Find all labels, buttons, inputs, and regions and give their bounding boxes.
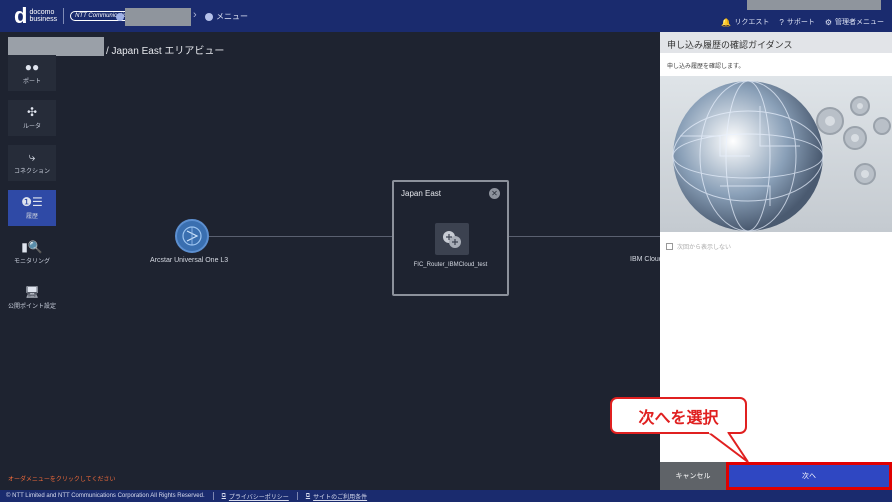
router-node[interactable] <box>435 223 469 255</box>
monitor-icon: 🖥 <box>24 285 40 299</box>
logo-mark: d <box>14 3 28 28</box>
user-info-redacted <box>747 0 881 10</box>
connection-icon: ⤷ <box>28 150 36 164</box>
tenant-title-redacted <box>8 37 104 56</box>
bell-icon: 🔔 <box>721 17 732 27</box>
arcstar-node[interactable] <box>175 219 209 253</box>
footer-divider <box>296 492 298 500</box>
nav-history-label: 履歴 <box>25 214 38 220</box>
gear-icon: ⚙ <box>824 17 832 27</box>
chevron-right-icon: › <box>193 9 197 21</box>
support-link[interactable]: ? サポート <box>779 17 814 27</box>
order-hint: オーダメニューをクリックしてください <box>8 477 116 483</box>
tenant-name-redacted[interactable] <box>125 8 191 26</box>
history-icon: ❶☰ <box>21 195 43 209</box>
menu-button[interactable]: メニュー <box>205 11 248 22</box>
terms-label: サイトのご利用条件 <box>313 494 368 501</box>
nav-public-point[interactable]: 🖥 公開ポイント設定 <box>8 280 56 316</box>
help-icon: ? <box>779 17 784 27</box>
area-label: Japan East <box>401 189 442 198</box>
admin-menu-link[interactable]: ⚙ 管理者メニュー <box>825 17 884 27</box>
request-link[interactable]: 🔔 リクエスト <box>721 17 769 27</box>
port-icon: ●● <box>24 60 40 74</box>
nav-monitoring-label: モニタリング <box>13 259 50 265</box>
nav-port[interactable]: ●● ポート <box>8 55 56 91</box>
nav-monitoring[interactable]: ▮🔍 モニタリング <box>8 235 56 271</box>
logo-line1: docomo <box>29 9 55 16</box>
guidance-title: 申し込み履歴の確認ガイダンス <box>660 32 892 53</box>
arcstar-label: Arcstar Universal One L3 <box>150 257 229 264</box>
privacy-link[interactable]: ⧉ プライバシーポリシー <box>222 492 289 501</box>
connection-line[interactable] <box>508 236 660 237</box>
nav-port-label: ポート <box>22 79 41 85</box>
admin-menu-label: 管理者メニュー <box>835 19 884 26</box>
nav-connection-label: コネクション <box>13 169 50 175</box>
connection-line[interactable] <box>207 236 393 237</box>
network-icon <box>182 226 202 246</box>
instruction-callout: 次へを選択 <box>610 397 747 434</box>
request-label: リクエスト <box>734 19 770 26</box>
order-menu: ●● ポート ✣ ルータ ⤷ コネクション ❶☰ 履歴 ▮🔍 モニタリング 🖥 … <box>8 55 56 325</box>
monitoring-icon: ▮🔍 <box>21 240 43 254</box>
ibm-cloud-label: IBM Cloud <box>630 256 660 263</box>
area-box-japan-east[interactable]: Japan East ✕ FIC_Router_IBMCloud_test <box>392 180 509 296</box>
router-label: FIC_Router_IBMCloud_test <box>413 262 488 268</box>
dont-show-again-row[interactable]: 次回から表示しない <box>666 242 731 251</box>
menu-label: メニュー <box>216 12 248 21</box>
page-title: / Japan East エリアビュー <box>106 46 225 57</box>
support-label: サポート <box>786 19 815 26</box>
dont-show-again-checkbox[interactable] <box>666 243 673 250</box>
close-icon[interactable]: ✕ <box>489 188 500 199</box>
callout-pointer <box>707 432 749 463</box>
globe-illustration <box>660 76 892 232</box>
privacy-label: プライバシーポリシー <box>228 494 289 501</box>
cancel-button[interactable]: キャンセル <box>660 462 726 490</box>
footer-divider <box>212 492 214 500</box>
external-link-icon: ⧉ <box>221 492 226 499</box>
nav-router-label: ルータ <box>22 124 41 130</box>
terms-link[interactable]: ⧉ サイトのご利用条件 <box>306 492 367 501</box>
router-icon: ✣ <box>26 105 38 119</box>
guidance-description: 申し込み履歴を確認します。 <box>667 64 745 70</box>
top-header: d docomo business NTT Communications › メ… <box>0 0 892 32</box>
dont-show-again-label: 次回から表示しない <box>677 245 732 251</box>
menu-icon <box>205 12 213 21</box>
nav-router[interactable]: ✣ ルータ <box>8 100 56 136</box>
nav-connection[interactable]: ⤷ コネクション <box>8 145 56 181</box>
router-icon <box>443 231 461 248</box>
nav-public-point-label: 公開ポイント設定 <box>8 304 57 310</box>
logo-line2: business <box>29 16 58 23</box>
nav-history[interactable]: ❶☰ 履歴 <box>8 190 56 226</box>
next-button[interactable]: 次へ <box>726 462 892 490</box>
tenant-icon <box>116 13 124 21</box>
logo-divider <box>63 8 65 24</box>
footer: © NTT Limited and NTT Communications Cor… <box>0 490 892 502</box>
external-link-icon: ⧉ <box>305 492 311 499</box>
copyright: © NTT Limited and NTT Communications Cor… <box>6 493 205 499</box>
header-actions: 🔔 リクエスト ? サポート ⚙ 管理者メニュー <box>721 17 884 27</box>
guidance-buttons: キャンセル 次へ <box>660 462 892 490</box>
